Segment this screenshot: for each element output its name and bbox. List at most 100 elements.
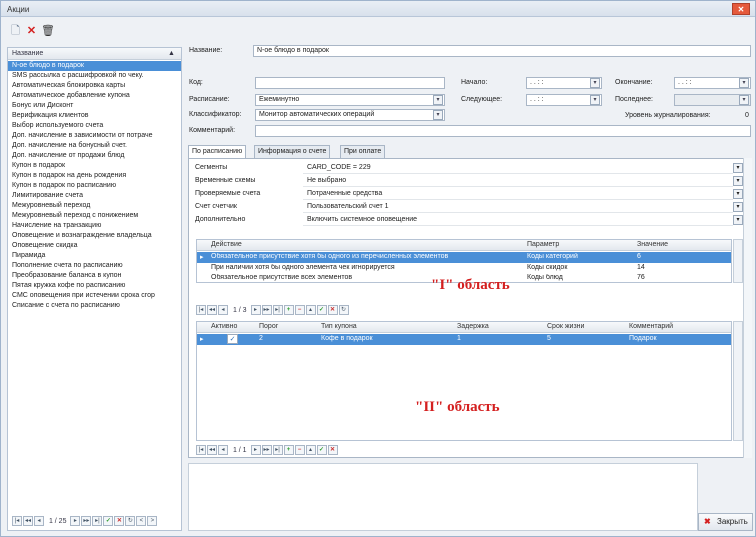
first-page-icon[interactable]: |◂ <box>12 516 22 526</box>
property-dropdown-icon[interactable]: ▾ <box>733 202 743 212</box>
schedule-dropdown-icon[interactable]: ▾ <box>433 95 443 105</box>
new-document-icon[interactable]: 🗋 <box>9 25 22 38</box>
list-item[interactable]: Межуровневый переход с понижением <box>8 211 181 221</box>
grid1-prev-icon[interactable]: ◂ <box>218 305 228 315</box>
prev-page-icon[interactable]: ◂ <box>34 516 44 526</box>
table-row[interactable]: ▸ ✓ 2 Кофе в подарок 1 5 Подарок <box>197 334 731 345</box>
col-coupon-type[interactable]: Тип купона <box>321 323 357 330</box>
col-threshold[interactable]: Порог <box>259 323 278 330</box>
scroll-left-icon[interactable]: < <box>136 516 147 526</box>
schedule-field[interactable]: Ежеминутно <box>255 94 445 106</box>
list-item[interactable]: Доп. начисление от продажи блюд <box>8 151 181 161</box>
property-row[interactable]: Проверяемые счета Потраченные средства ▾ <box>195 189 745 200</box>
property-dropdown-icon[interactable]: ▾ <box>733 215 743 225</box>
col-lifetime[interactable]: Срок жизни <box>547 323 584 330</box>
actions-grid-scrollbar[interactable] <box>733 239 743 283</box>
list-item[interactable]: Преобразование баланса в купон <box>8 271 181 281</box>
refresh-icon[interactable]: ↻ <box>125 516 136 526</box>
col-action[interactable]: Действие <box>211 241 242 248</box>
property-value[interactable]: Потраченные средства <box>303 189 733 200</box>
close-button[interactable]: ✖ Закрыть <box>698 513 753 531</box>
grid2-first-icon[interactable]: |◂ <box>196 445 206 455</box>
table-row[interactable]: При наличии хотя бы одного элемента чек … <box>197 263 731 274</box>
grid2-prev-icon[interactable]: ◂ <box>218 445 228 455</box>
end-dropdown-icon[interactable]: ▾ <box>739 78 749 88</box>
grid2-last-icon[interactable]: ▸| <box>272 445 283 455</box>
comment-field[interactable] <box>255 125 751 137</box>
grid1-last-icon[interactable]: ▸| <box>272 305 283 315</box>
grid2-nextfast-icon[interactable]: ▸▸ <box>261 445 272 455</box>
property-row[interactable]: Временные схемы Не выбрано ▾ <box>195 176 745 187</box>
list-item[interactable]: Оповещение скидка <box>8 241 181 251</box>
grid1-edit-icon[interactable]: ▴ <box>305 305 316 315</box>
tab-account-info[interactable]: Информация о счете <box>254 145 331 158</box>
next-run-dropdown-icon[interactable]: ▾ <box>590 95 600 105</box>
log-level-value[interactable]: 0 <box>745 112 749 119</box>
grid1-next-icon[interactable]: ▸ <box>250 305 261 315</box>
grid1-first-icon[interactable]: |◂ <box>196 305 206 315</box>
col-delay[interactable]: Задержка <box>457 323 489 330</box>
list-item[interactable]: Автоматическая блокировка карты <box>8 81 181 91</box>
classifier-dropdown-icon[interactable]: ▾ <box>433 110 443 120</box>
grid2-prevfast-icon[interactable]: ◂◂ <box>207 445 217 455</box>
grid2-next-icon[interactable]: ▸ <box>250 445 261 455</box>
delete-x-icon[interactable]: ✕ <box>25 25 38 38</box>
window-close-button[interactable]: ✕ <box>732 3 750 15</box>
grid1-nextfast-icon[interactable]: ▸▸ <box>261 305 272 315</box>
list-item[interactable]: Списание с счета по расписанию <box>8 301 181 311</box>
tab-on-payment[interactable]: При оплате <box>340 145 386 158</box>
table-row[interactable]: ▸ Обязательное присутствие хотя бы одного… <box>197 252 731 263</box>
grid1-cancel-icon[interactable]: ✕ <box>327 305 338 315</box>
trash-icon[interactable]: 🗑 <box>41 25 55 38</box>
property-dropdown-icon[interactable]: ▾ <box>733 176 743 186</box>
list-header[interactable]: Название ▲ <box>8 48 181 60</box>
grid2-edit-icon[interactable]: ▴ <box>305 445 316 455</box>
grid2-confirm-icon[interactable]: ✓ <box>316 445 327 455</box>
property-row[interactable]: Дополнительно Включить системное оповещен… <box>195 215 745 226</box>
list-item[interactable]: Верификация клиентов <box>8 111 181 121</box>
col-comment[interactable]: Комментарий <box>629 323 673 330</box>
list-item[interactable]: Выбор используемого счета <box>8 121 181 131</box>
grid2-cancel-icon[interactable]: ✕ <box>327 445 338 455</box>
tab-schedule[interactable]: По расписанию <box>188 145 247 159</box>
grid1-add-icon[interactable]: + <box>283 305 294 315</box>
classifier-field[interactable]: Монитор автоматических операций <box>255 109 445 121</box>
property-value[interactable]: Пользовательский счет 1 <box>303 202 733 213</box>
property-row[interactable]: Сегменты CARD_CODE = 229 ▾ <box>195 163 745 174</box>
list-item[interactable]: Пирамида <box>8 251 181 261</box>
cancel-icon[interactable]: ✕ <box>114 516 125 526</box>
main-scrollbar[interactable] <box>743 158 752 458</box>
confirm-icon[interactable]: ✓ <box>103 516 114 526</box>
list-item[interactable]: Купон в подарок по расписанию <box>8 181 181 191</box>
col-active[interactable]: Активно <box>211 323 237 330</box>
list-item[interactable]: Доп. начисление на бонусный счет. <box>8 141 181 151</box>
code-field[interactable] <box>255 77 445 89</box>
list-item[interactable]: SMS рассылка с расшифровкой по чеку. <box>8 71 181 81</box>
list-item[interactable]: Оповещение и вознаграждение владельца <box>8 231 181 241</box>
list-item[interactable]: N-ое блюдо в подарок <box>8 61 181 71</box>
list-item[interactable]: СМС оповещения при истечении срока сгор <box>8 291 181 301</box>
property-row[interactable]: Счет счетчик Пользовательский счет 1 ▾ <box>195 202 745 213</box>
grid2-remove-icon[interactable]: − <box>294 445 305 455</box>
start-dropdown-icon[interactable]: ▾ <box>590 78 600 88</box>
list-item[interactable]: Бонус или Дисконт <box>8 101 181 111</box>
list-item[interactable]: Купон в подарок на день рождения <box>8 171 181 181</box>
property-dropdown-icon[interactable]: ▾ <box>733 189 743 199</box>
grid1-refresh-icon[interactable]: ↻ <box>338 305 349 315</box>
grid1-remove-icon[interactable]: − <box>294 305 305 315</box>
list-item[interactable]: Пятая кружка кофе по расписанию <box>8 281 181 291</box>
next-page-icon[interactable]: ▸ <box>70 516 81 526</box>
list-item[interactable]: Доп. начисление в зависимости от потраче <box>8 131 181 141</box>
grid1-confirm-icon[interactable]: ✓ <box>316 305 327 315</box>
property-value[interactable]: CARD_CODE = 229 <box>303 163 733 174</box>
property-dropdown-icon[interactable]: ▾ <box>733 163 743 173</box>
list-item[interactable]: Лимитирование счета <box>8 191 181 201</box>
grid1-prevfast-icon[interactable]: ◂◂ <box>207 305 217 315</box>
list-item[interactable]: Начисление на транзакцию <box>8 221 181 231</box>
prev-page-fast-icon[interactable]: ◂◂ <box>23 516 33 526</box>
scroll-right-icon[interactable]: > <box>147 516 158 526</box>
list-item[interactable]: Купон в подарок <box>8 161 181 171</box>
active-checkbox[interactable]: ✓ <box>227 334 238 344</box>
property-value[interactable]: Включить системное оповещение <box>303 215 733 226</box>
col-parameter[interactable]: Параметр <box>527 241 559 248</box>
